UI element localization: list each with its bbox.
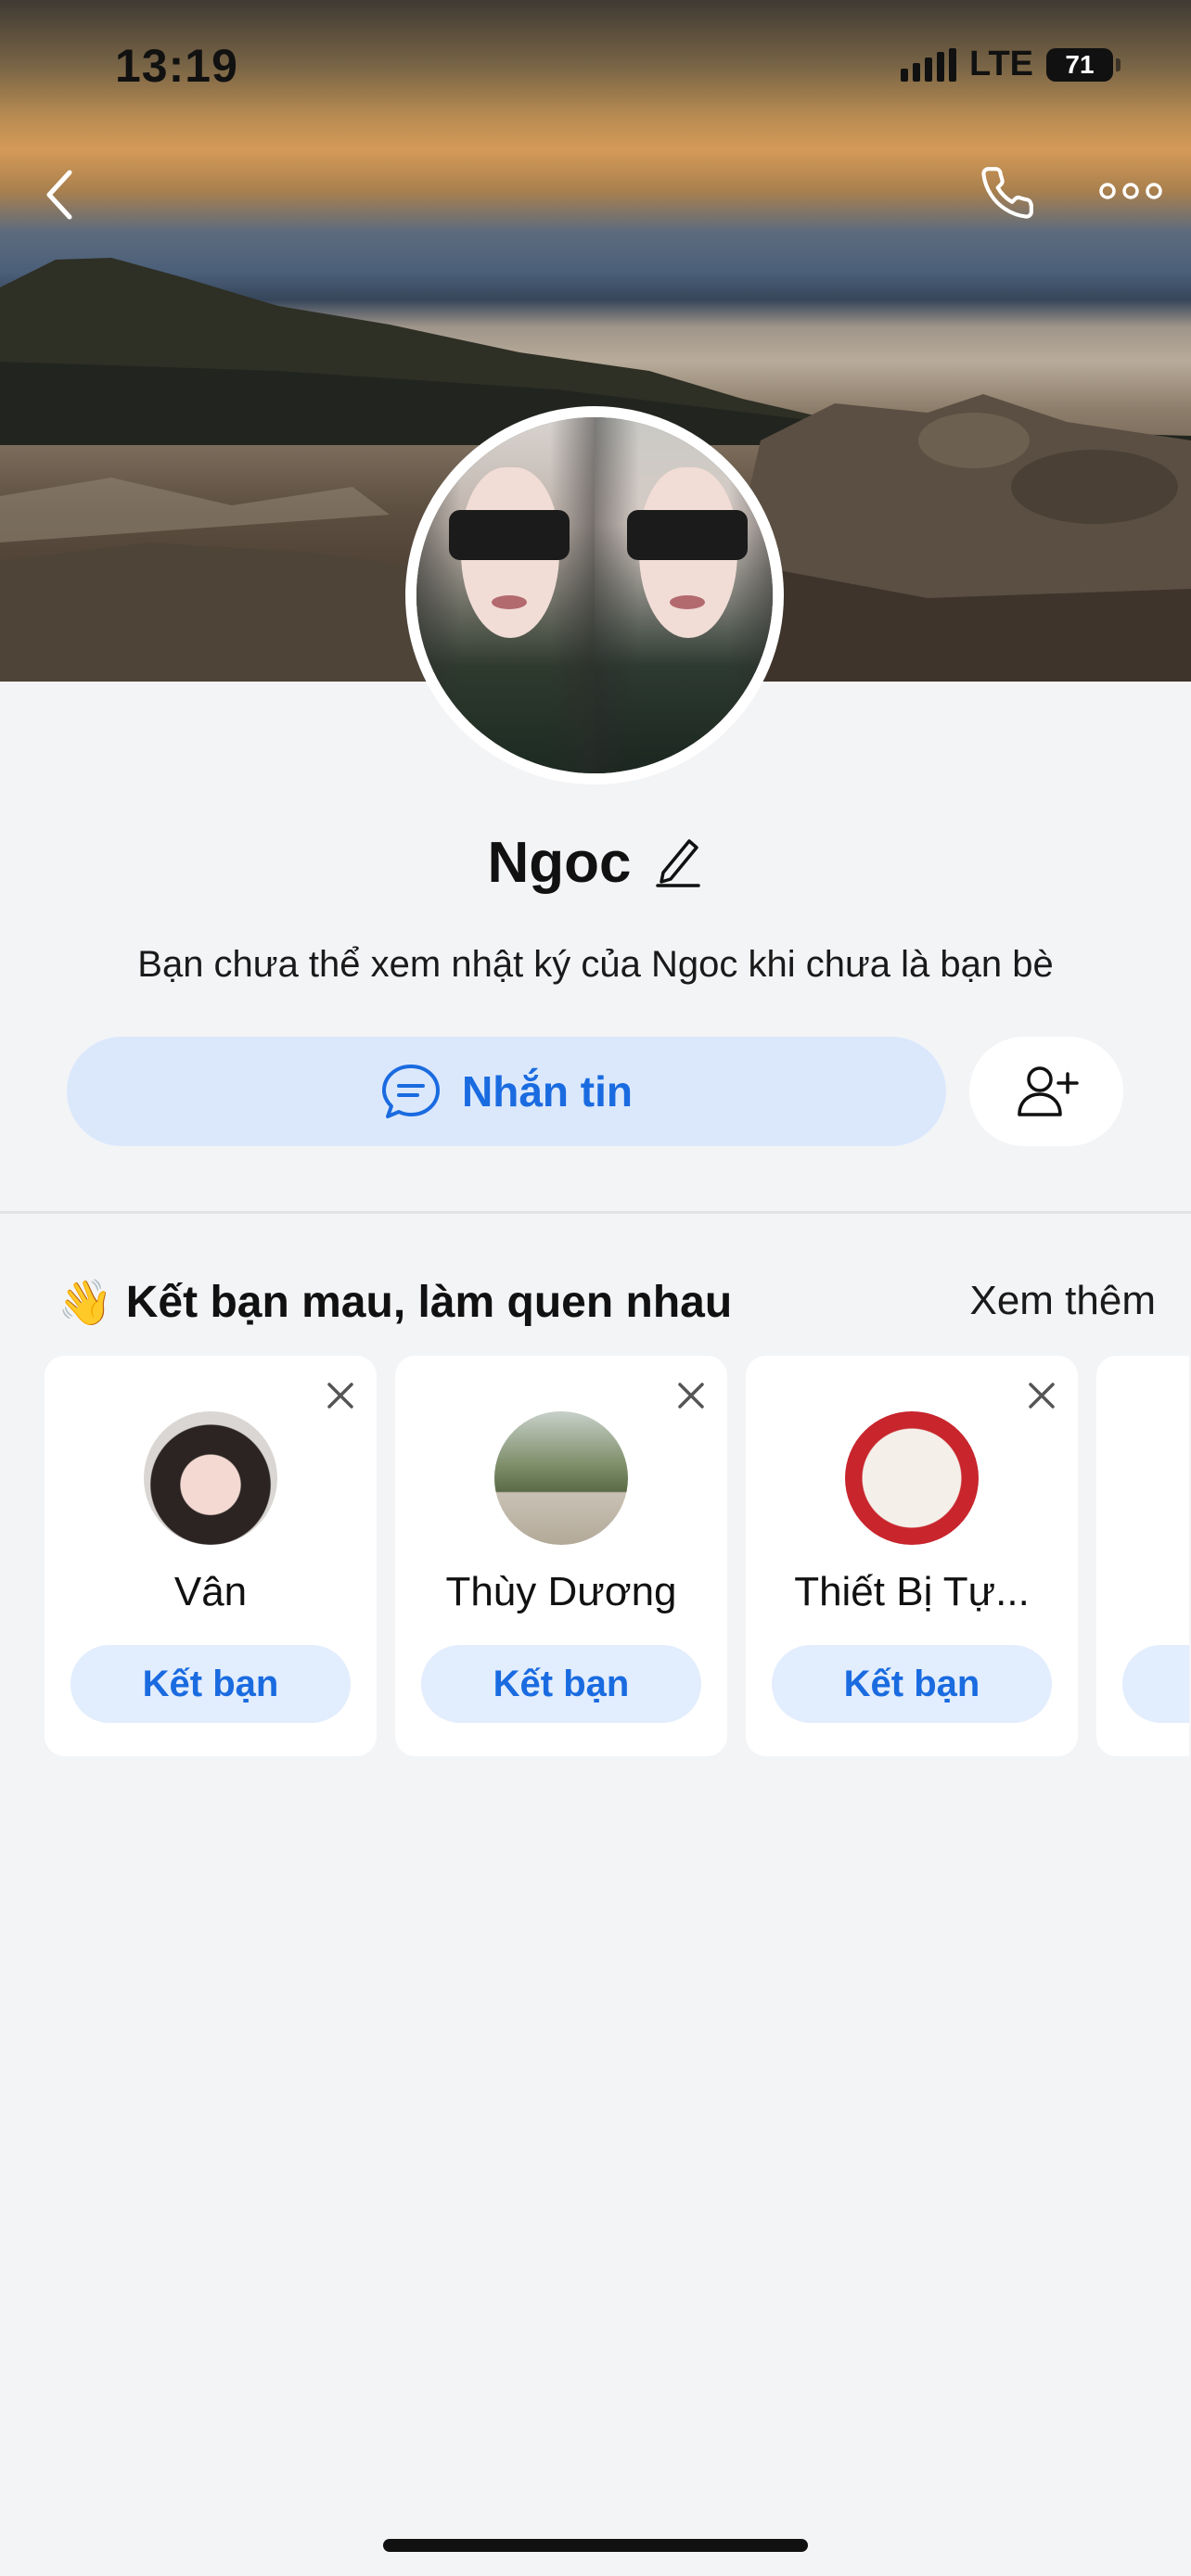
close-icon [327,1383,353,1409]
close-icon [678,1383,704,1409]
add-friend-button[interactable]: Kết bạn [772,1645,1052,1723]
call-button[interactable] [974,159,1041,226]
suggestion-list: Vân Kết bạn Thùy Dương Kết bạn Thiết Bị … [45,1356,1189,1756]
avatar [494,1411,628,1545]
add-friend-button[interactable] [1122,1645,1189,1723]
avatar [845,1411,979,1545]
see-more-link[interactable]: Xem thêm [969,1278,1156,1324]
waving-hand-icon: 👋 [58,1279,113,1328]
back-button[interactable] [35,167,83,223]
battery-icon: 71 [1046,47,1121,82]
status-indicators: LTE 71 [901,45,1121,84]
network-label: LTE [969,45,1033,83]
add-friend-button[interactable]: Kết bạn [421,1645,701,1723]
suggestions-title: 👋 Kết bạn mau, làm quen nhau [58,1276,732,1329]
suggestion-card[interactable]: Thùy Dương Kết bạn [395,1356,727,1756]
suggestion-name: Vân [173,1569,248,1614]
message-button[interactable]: Nhắn tin [67,1037,946,1146]
phone-icon [981,167,1033,219]
dismiss-button[interactable] [1026,1380,1057,1416]
suggestion-card[interactable]: Thiết Bị Tự... Kết bạn [746,1356,1078,1756]
profile-name: Ngoc [487,831,632,895]
avatar [144,1411,277,1545]
add-friend-button[interactable] [969,1037,1123,1146]
suggestion-name: Thiết Bị Tự... [794,1569,1030,1614]
signal-icon [901,47,957,82]
add-friend-button[interactable]: Kết bạn [70,1645,351,1723]
chevron-left-icon [46,170,72,220]
edit-name-button[interactable] [650,832,704,894]
profile-name-row: Ngoc [0,830,1191,896]
suggestions-title-text: Kết bạn mau, làm quen nhau [125,1278,733,1327]
status-time: 13:19 [115,40,238,92]
suggestion-card[interactable]: Vân Kết bạn [45,1356,377,1756]
suggestion-name: Thùy Dương [445,1569,677,1614]
section-divider [0,1211,1191,1214]
more-button[interactable] [1095,172,1167,210]
message-button-label: Nhắn tin [462,1067,633,1116]
home-indicator [383,2539,808,2552]
close-icon [1029,1383,1055,1409]
user-plus-icon [1018,1066,1079,1116]
avatar-photo [416,417,773,773]
friendship-notice: Bạn chưa thể xem nhật ký của Ngoc khi ch… [137,944,1054,985]
profile-avatar[interactable] [405,406,784,784]
more-horizontal-icon [1099,183,1162,199]
dismiss-button[interactable] [325,1380,356,1416]
suggestion-card[interactable] [1096,1356,1189,1756]
pencil-icon [655,839,700,887]
chat-bubble-icon [382,1065,440,1118]
dismiss-button[interactable] [675,1380,707,1416]
battery-level: 71 [1065,49,1095,79]
